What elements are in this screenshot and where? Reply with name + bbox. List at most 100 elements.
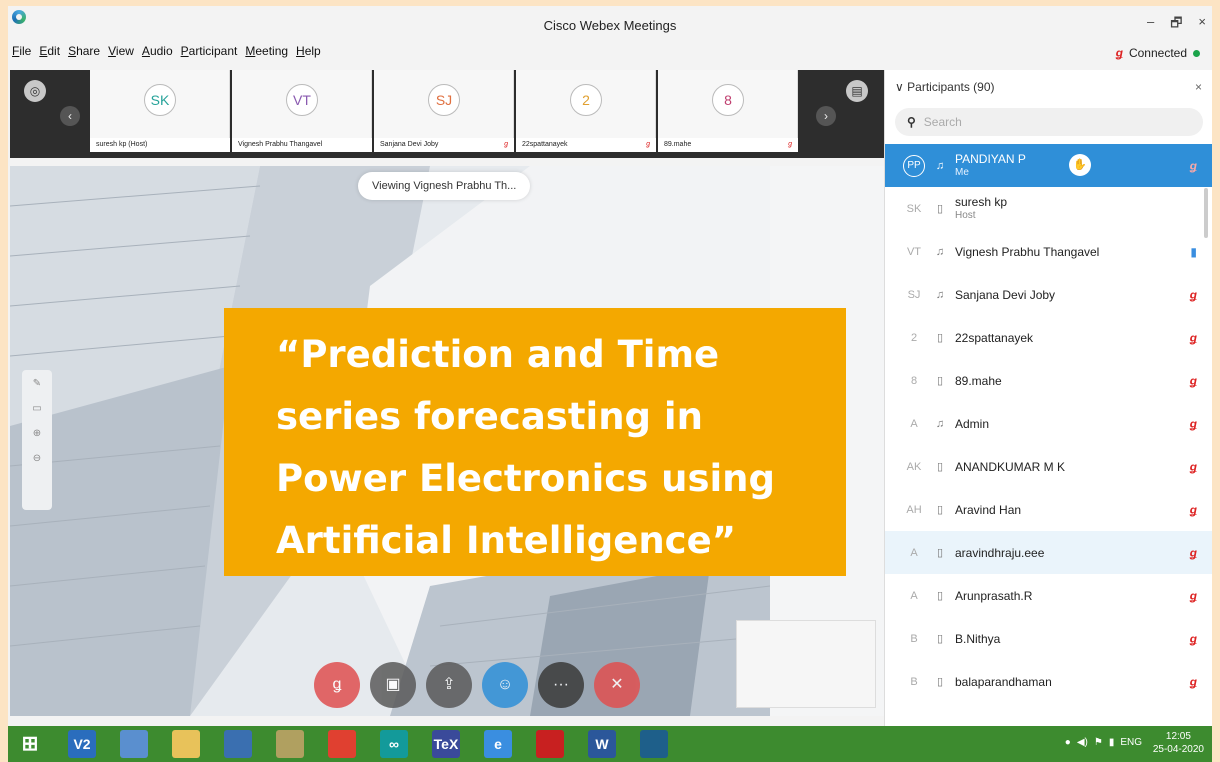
participant-row[interactable]: SK ▯ suresh kp Host <box>885 187 1212 230</box>
restore-button[interactable]: 🗗 <box>1170 14 1182 36</box>
zoom-in-icon[interactable]: ⊕ <box>33 428 41 439</box>
mic-active-icon[interactable]: ▮ <box>1190 245 1197 259</box>
menu-participant[interactable]: Participant <box>181 44 238 66</box>
participant-avatar: AK <box>906 460 922 473</box>
thumbnail-22spattanayek[interactable]: 2 22spattanayek ǥ <box>516 70 656 152</box>
participant-name: PANDIYAN P <box>955 151 1026 166</box>
phone-icon: ▯ <box>936 375 944 387</box>
scrollbar[interactable] <box>1204 188 1208 238</box>
menu-audio[interactable]: Audio <box>142 44 173 66</box>
mic-muted-icon[interactable]: ǥ <box>1190 417 1197 431</box>
more-button[interactable]: ··· <box>538 662 584 708</box>
close-button[interactable]: × <box>1198 14 1206 36</box>
thumbnail-name: 22spattanayek ǥ <box>516 138 656 152</box>
arduino-icon[interactable]: ∞ <box>380 730 408 758</box>
participant-row[interactable]: 2 ▯ 22spattanayek ǥ <box>885 316 1212 359</box>
tex-icon[interactable]: TeX <box>432 730 460 758</box>
participant-row[interactable]: A ♫ Admin ǥ <box>885 402 1212 445</box>
participants-button[interactable]: ☺ <box>482 662 528 708</box>
video-button[interactable]: ▣ <box>370 662 416 708</box>
slide-title-box: “Prediction and Time series forecasting … <box>224 308 846 576</box>
menu-share[interactable]: Share <box>68 44 100 66</box>
participant-row[interactable]: VT ♫ Vignesh Prabhu Thangavel ▮ <box>885 230 1212 273</box>
mic-muted-icon[interactable]: ǥ <box>1190 589 1197 603</box>
participant-row[interactable]: A ▯ Arunprasath.R ǥ <box>885 574 1212 617</box>
ie-icon[interactable]: e <box>484 730 512 758</box>
clock[interactable]: 12:05 25-04-2020 <box>1153 730 1204 756</box>
mic-muted-icon[interactable]: ǥ <box>1190 331 1197 345</box>
phone-icon: ▯ <box>936 633 944 645</box>
mic-muted-icon[interactable]: ǥ <box>1190 288 1197 302</box>
participant-row[interactable]: AH ▯ Aravind Han ǥ <box>885 488 1212 531</box>
editor-icon[interactable] <box>276 730 304 758</box>
share-button[interactable]: ⇪ <box>426 662 472 708</box>
mic-muted-icon[interactable]: ǥ <box>1190 460 1197 474</box>
strip-prev-button[interactable]: ‹ <box>60 106 80 126</box>
connection-status: ǥ Connected <box>1116 46 1200 60</box>
paint-icon[interactable] <box>120 730 148 758</box>
leave-button[interactable]: ✕ <box>594 662 640 708</box>
phone-icon: ▯ <box>936 504 944 516</box>
search-input[interactable]: ⚲ Search <box>895 108 1203 136</box>
participant-row[interactable]: PP ♫ PANDIYAN P Me ✋ ǥ <box>885 144 1212 187</box>
thumbnail-vignesh[interactable]: VT Vignesh Prabhu Thangavel <box>232 70 372 152</box>
participant-avatar: B <box>910 632 918 645</box>
participant-avatar: PP <box>903 154 925 177</box>
language-label[interactable]: ENG <box>1120 737 1142 748</box>
participant-row[interactable]: 8 ▯ 89.mahe ǥ <box>885 359 1212 402</box>
participant-avatar: A <box>910 589 918 602</box>
mic-muted-icon[interactable]: ǥ <box>1190 159 1197 173</box>
folder-icon[interactable] <box>172 730 200 758</box>
status-dot-icon <box>1193 49 1200 57</box>
participants-header[interactable]: ∨ Participants (90) <box>895 80 995 94</box>
minimize-button[interactable]: – <box>1147 14 1154 36</box>
self-view-video[interactable] <box>736 620 876 708</box>
signal-icon[interactable]: ▮ <box>1109 737 1115 748</box>
thumbnail-suresh-kp[interactable]: SK suresh kp (Host) <box>90 70 230 152</box>
mic-muted-icon[interactable]: ǥ <box>1190 374 1197 388</box>
mic-muted-icon[interactable]: ǥ <box>1190 675 1197 689</box>
word-icon[interactable]: W <box>588 730 616 758</box>
thumbnail-89mahe[interactable]: 8 89.mahe ǥ <box>658 70 798 152</box>
flag-icon[interactable]: ⚑ <box>1094 737 1103 748</box>
raised-hand-icon[interactable]: ✋ <box>1069 154 1091 176</box>
thumbnail-sanjana[interactable]: SJ Sanjana Devi Joby ǥ <box>374 70 514 152</box>
start-icon[interactable]: ⊞ <box>16 730 44 758</box>
mic-muted-icon[interactable]: ǥ <box>1190 546 1197 560</box>
zoom-out-icon[interactable]: ⊖ <box>33 453 41 464</box>
calendar-icon[interactable]: ▤ <box>846 80 868 102</box>
menu-help[interactable]: Help <box>296 44 321 66</box>
participant-name-block: Vignesh Prabhu Thangavel <box>955 245 1099 259</box>
menu-file[interactable]: File <box>12 44 31 66</box>
participant-avatar: AH <box>906 503 922 516</box>
menu-edit[interactable]: Edit <box>39 44 60 66</box>
participant-row[interactable]: SJ ♫ Sanjana Devi Joby ǥ <box>885 273 1212 316</box>
participant-avatar: B <box>910 675 918 688</box>
acrobat-icon[interactable] <box>536 730 564 758</box>
eraser-icon[interactable]: ▭ <box>32 403 41 414</box>
vs-icon[interactable]: V2 <box>68 730 96 758</box>
menu-meeting[interactable]: Meeting <box>245 44 288 66</box>
strip-next-button[interactable]: › <box>816 106 836 126</box>
mic-muted-icon[interactable]: ǥ <box>1190 632 1197 646</box>
close-panel-button[interactable]: × <box>1195 80 1202 94</box>
participant-row[interactable]: B ▯ B.Nithya ǥ <box>885 617 1212 660</box>
connection-label: Connected <box>1128 46 1187 60</box>
participant-row[interactable]: B ▯ balaparandhaman ǥ <box>885 660 1212 703</box>
participant-avatar: 2 <box>910 331 918 344</box>
volume-icon[interactable]: ◀) <box>1077 737 1088 748</box>
participant-row[interactable]: AK ▯ ANANDKUMAR M K ǥ <box>885 445 1212 488</box>
participant-row[interactable]: A ▯ aravindhraju.eee ǥ <box>885 531 1212 574</box>
system-tray: ● ◀) ⚑ ▮ ENG <box>1065 737 1142 748</box>
menu-view[interactable]: View <box>108 44 134 66</box>
layout-icon[interactable]: ◎ <box>24 80 46 102</box>
notes-icon[interactable] <box>224 730 252 758</box>
chrome-icon[interactable] <box>328 730 356 758</box>
mute-button[interactable]: ǥ <box>314 662 360 708</box>
draw-icon[interactable]: ✎ <box>33 378 41 389</box>
mic-muted-icon[interactable]: ǥ <box>1190 503 1197 517</box>
network-icon[interactable]: ● <box>1065 737 1071 748</box>
participant-name: Arunprasath.R <box>955 588 1033 603</box>
participant-avatar: SJ <box>907 288 921 301</box>
webex-icon[interactable] <box>640 730 668 758</box>
